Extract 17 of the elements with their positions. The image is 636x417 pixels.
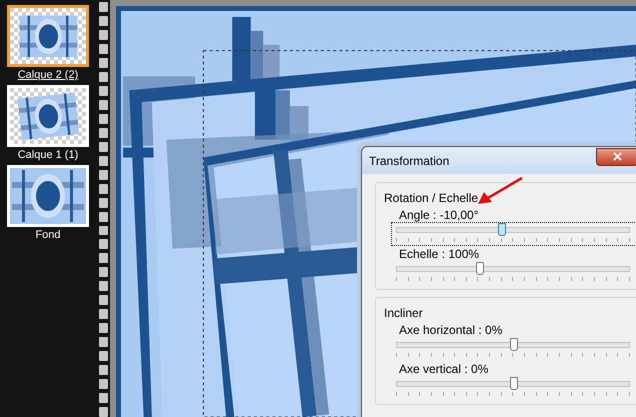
slider-thumb[interactable] [476,262,484,275]
slider-thumb[interactable] [510,338,518,351]
slider-label: Echelle : 100% [398,247,480,261]
slider[interactable] [391,222,636,246]
group-title: Rotation / Echelle [384,191,480,205]
layer-name: Calque 1 (1) [18,148,78,163]
slider-thumb[interactable] [498,223,506,236]
slider-label: Axe horizontal : 0% [398,323,504,337]
slider-label: Axe vertical : 0% [398,362,490,376]
slider-label: Angle : -10,00° [398,208,480,222]
dialog-title: Transformation [369,154,450,168]
close-button[interactable] [596,148,636,166]
close-icon [612,152,622,161]
layer-name: Calque 2 (2) [18,68,78,83]
slider-thumb[interactable] [510,377,518,390]
layer-name: Fond [35,228,61,243]
group-title: Incliner [384,306,424,320]
